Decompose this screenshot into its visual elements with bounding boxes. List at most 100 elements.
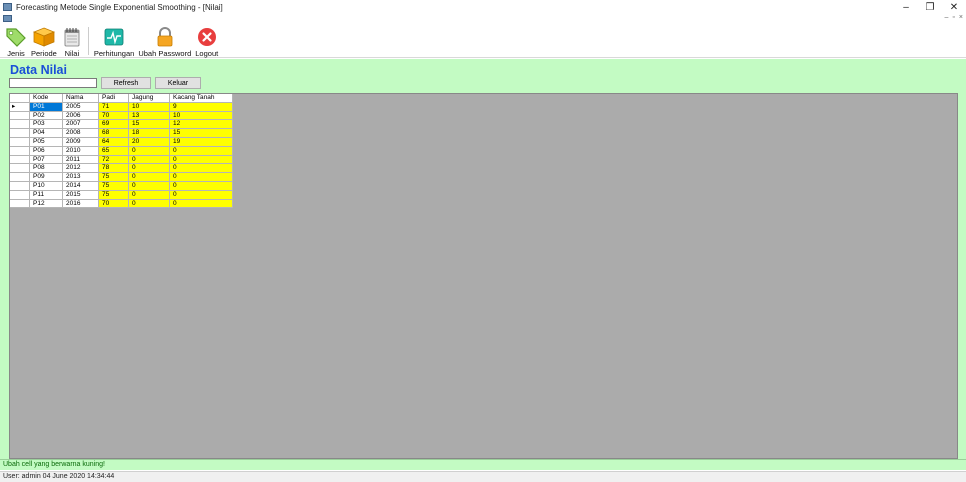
cell-nama[interactable]: 2016: [63, 199, 99, 209]
column-header-nama[interactable]: Nama: [63, 94, 99, 103]
cell-nama[interactable]: 2009: [63, 137, 99, 147]
cell-nama[interactable]: 2006: [63, 111, 99, 121]
row-header[interactable]: [10, 181, 30, 191]
table-row[interactable]: P06 2010 65 0 0: [10, 146, 233, 156]
cell-jagung[interactable]: 0: [129, 173, 170, 182]
column-header-kacang-tanah[interactable]: Kacang Tanah: [170, 94, 233, 103]
table-row[interactable]: P12 2016 70 0 0: [10, 199, 233, 209]
cell-jagung[interactable]: 0: [129, 164, 170, 174]
cell-jagung[interactable]: 0: [129, 146, 170, 156]
jenis-button[interactable]: Jenis: [3, 24, 29, 58]
cell-kode[interactable]: P07: [30, 155, 63, 165]
nilai-button[interactable]: Nilai: [59, 24, 85, 58]
row-header[interactable]: [10, 173, 30, 182]
cell-kacang-tanah[interactable]: 0: [170, 155, 233, 165]
row-header[interactable]: [10, 120, 30, 130]
cell-kacang-tanah[interactable]: 0: [170, 190, 233, 200]
periode-button[interactable]: Periode: [29, 24, 59, 58]
cell-jagung[interactable]: 0: [129, 199, 170, 209]
table-row[interactable]: P09 2013 75 0 0: [10, 173, 233, 182]
cell-nama[interactable]: 2014: [63, 181, 99, 191]
cell-padi[interactable]: 75: [99, 181, 129, 191]
cell-nama[interactable]: 2008: [63, 129, 99, 138]
refresh-button[interactable]: Refresh: [101, 77, 151, 89]
minimize-button[interactable]: –: [894, 0, 918, 14]
cell-padi[interactable]: 72: [99, 155, 129, 165]
restore-button[interactable]: ❐: [918, 0, 942, 14]
close-button[interactable]: ✕: [942, 0, 966, 14]
row-header[interactable]: [10, 146, 30, 156]
cell-kacang-tanah[interactable]: 0: [170, 199, 233, 209]
cell-padi[interactable]: 65: [99, 146, 129, 156]
row-header[interactable]: [10, 129, 30, 138]
column-header-kode[interactable]: Kode: [30, 94, 63, 103]
cell-jagung[interactable]: 0: [129, 155, 170, 165]
cell-kode[interactable]: P05: [30, 137, 63, 147]
data-grid[interactable]: Kode Nama Padi Jagung Kacang Tanah ▸ P01 2…: [9, 93, 958, 459]
cell-padi[interactable]: 75: [99, 173, 129, 182]
cell-jagung[interactable]: 20: [129, 137, 170, 147]
table-row[interactable]: P03 2007 69 15 12: [10, 120, 233, 130]
cell-nama[interactable]: 2005: [63, 102, 99, 112]
cell-kode[interactable]: P01: [30, 102, 63, 112]
mdi-restore-button[interactable]: ▫: [952, 14, 954, 21]
cell-kode[interactable]: P09: [30, 173, 63, 182]
logout-button[interactable]: Logout: [193, 24, 220, 58]
table-row[interactable]: P08 2012 78 0 0: [10, 164, 233, 174]
cell-kacang-tanah[interactable]: 0: [170, 181, 233, 191]
cell-kacang-tanah[interactable]: 0: [170, 146, 233, 156]
row-header[interactable]: [10, 111, 30, 121]
keluar-button[interactable]: Keluar: [155, 77, 201, 89]
ubah-password-button[interactable]: Ubah Password: [136, 24, 193, 58]
cell-padi[interactable]: 70: [99, 199, 129, 209]
cell-padi[interactable]: 71: [99, 102, 129, 112]
cell-kacang-tanah[interactable]: 12: [170, 120, 233, 130]
cell-kode[interactable]: P02: [30, 111, 63, 121]
table-row[interactable]: P04 2008 68 18 15: [10, 129, 233, 138]
table-row[interactable]: P05 2009 64 20 19: [10, 137, 233, 147]
row-header[interactable]: [10, 164, 30, 174]
cell-nama[interactable]: 2012: [63, 164, 99, 174]
cell-kode[interactable]: P03: [30, 120, 63, 130]
cell-jagung[interactable]: 15: [129, 120, 170, 130]
table-row[interactable]: ▸ P01 2005 71 10 9: [10, 102, 233, 112]
perhitungan-button[interactable]: Perhitungan: [92, 24, 136, 58]
row-header[interactable]: [10, 155, 30, 165]
cell-padi[interactable]: 68: [99, 129, 129, 138]
cell-jagung[interactable]: 13: [129, 111, 170, 121]
cell-nama[interactable]: 2007: [63, 120, 99, 130]
cell-kode[interactable]: P04: [30, 129, 63, 138]
mdi-close-button[interactable]: ×: [959, 14, 963, 21]
row-header[interactable]: [10, 190, 30, 200]
cell-kacang-tanah[interactable]: 0: [170, 173, 233, 182]
search-input[interactable]: [9, 78, 97, 88]
row-header-corner[interactable]: [10, 94, 30, 103]
cell-padi[interactable]: 64: [99, 137, 129, 147]
cell-kacang-tanah[interactable]: 19: [170, 137, 233, 147]
cell-kode[interactable]: P06: [30, 146, 63, 156]
column-header-padi[interactable]: Padi: [99, 94, 129, 103]
cell-nama[interactable]: 2015: [63, 190, 99, 200]
cell-jagung[interactable]: 10: [129, 102, 170, 112]
column-header-jagung[interactable]: Jagung: [129, 94, 170, 103]
cell-jagung[interactable]: 0: [129, 190, 170, 200]
cell-kacang-tanah[interactable]: 0: [170, 164, 233, 174]
table-row[interactable]: P10 2014 75 0 0: [10, 181, 233, 191]
cell-kacang-tanah[interactable]: 10: [170, 111, 233, 121]
cell-kode[interactable]: P10: [30, 181, 63, 191]
cell-jagung[interactable]: 18: [129, 129, 170, 138]
cell-nama[interactable]: 2011: [63, 155, 99, 165]
cell-padi[interactable]: 69: [99, 120, 129, 130]
cell-kode[interactable]: P08: [30, 164, 63, 174]
table-row[interactable]: P02 2006 70 13 10: [10, 111, 233, 121]
mdi-minimize-button[interactable]: –: [945, 14, 949, 21]
cell-kacang-tanah[interactable]: 15: [170, 129, 233, 138]
cell-nama[interactable]: 2010: [63, 146, 99, 156]
cell-padi[interactable]: 75: [99, 190, 129, 200]
cell-jagung[interactable]: 0: [129, 181, 170, 191]
cell-padi[interactable]: 70: [99, 111, 129, 121]
row-header[interactable]: [10, 199, 30, 209]
table-row[interactable]: P11 2015 75 0 0: [10, 190, 233, 200]
cell-kacang-tanah[interactable]: 9: [170, 102, 233, 112]
cell-padi[interactable]: 78: [99, 164, 129, 174]
